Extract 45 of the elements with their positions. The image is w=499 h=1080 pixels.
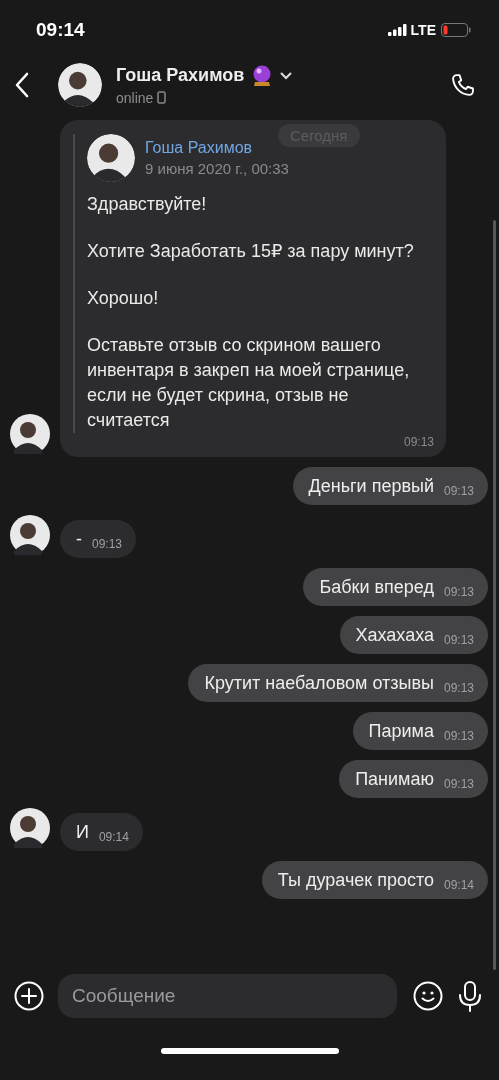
message-text: Деньги первый [308, 476, 434, 497]
avatar [10, 515, 50, 555]
message-text: Ты дурачек просто [277, 870, 434, 891]
online-status: online [116, 89, 154, 106]
message-text: Парима [368, 721, 434, 742]
message-text: И [76, 822, 89, 843]
add-icon[interactable] [14, 981, 44, 1011]
message-time: 09:13 [443, 729, 474, 743]
avatar [10, 414, 50, 454]
message-time: 09:14 [98, 830, 129, 844]
crystal-ball-icon [252, 64, 273, 87]
message-time: 09:14 [443, 878, 474, 892]
avatar [10, 808, 50, 848]
message-text: Здравствуйте! [87, 193, 208, 216]
phone-device-icon [157, 91, 167, 104]
message-text: Бабки вперед [319, 577, 434, 598]
contact-name[interactable]: Гоша Рахимов [116, 65, 245, 86]
chevron-down-icon[interactable] [280, 71, 293, 80]
message-time: 09:13 [443, 633, 474, 647]
message-text: Хахахаха [355, 625, 434, 646]
message-time: 09:13 [443, 484, 474, 498]
signal-icon [387, 24, 408, 36]
scrollbar[interactable] [493, 220, 496, 970]
message-text: Крутит наебаловом отзывы [204, 673, 434, 694]
message-text: Панимаю [355, 769, 434, 790]
message-input[interactable]: Сообщение [58, 974, 397, 1018]
forward-date: 9 июня 2020 г., 00:33 [145, 160, 289, 177]
status-time: 09:14 [36, 19, 85, 41]
avatar [58, 63, 102, 107]
message-text: Хотите Заработать 15₽ за пару минут? [87, 240, 415, 263]
battery-icon [441, 23, 471, 37]
message-time: 09:13 [443, 585, 474, 599]
message-time: 09:13 [92, 537, 123, 551]
message-time: 09:13 [443, 777, 474, 791]
avatar [87, 134, 135, 182]
message-text: Оставьте отзыв со скрином вашего инвентаря в закреп на моей странице, если не будет скрина, отзыв не считается [87, 334, 411, 432]
message-text: Хорошо! [87, 287, 160, 310]
smiley-icon[interactable] [413, 981, 443, 1011]
back-icon[interactable] [14, 72, 30, 98]
message-time: 09:13 [443, 681, 474, 695]
microphone-icon[interactable] [457, 980, 483, 1012]
message-time: 09:13 [403, 435, 434, 449]
message-text: - [76, 529, 82, 550]
network-label: LTE [410, 22, 436, 38]
phone-call-icon[interactable] [449, 71, 477, 99]
